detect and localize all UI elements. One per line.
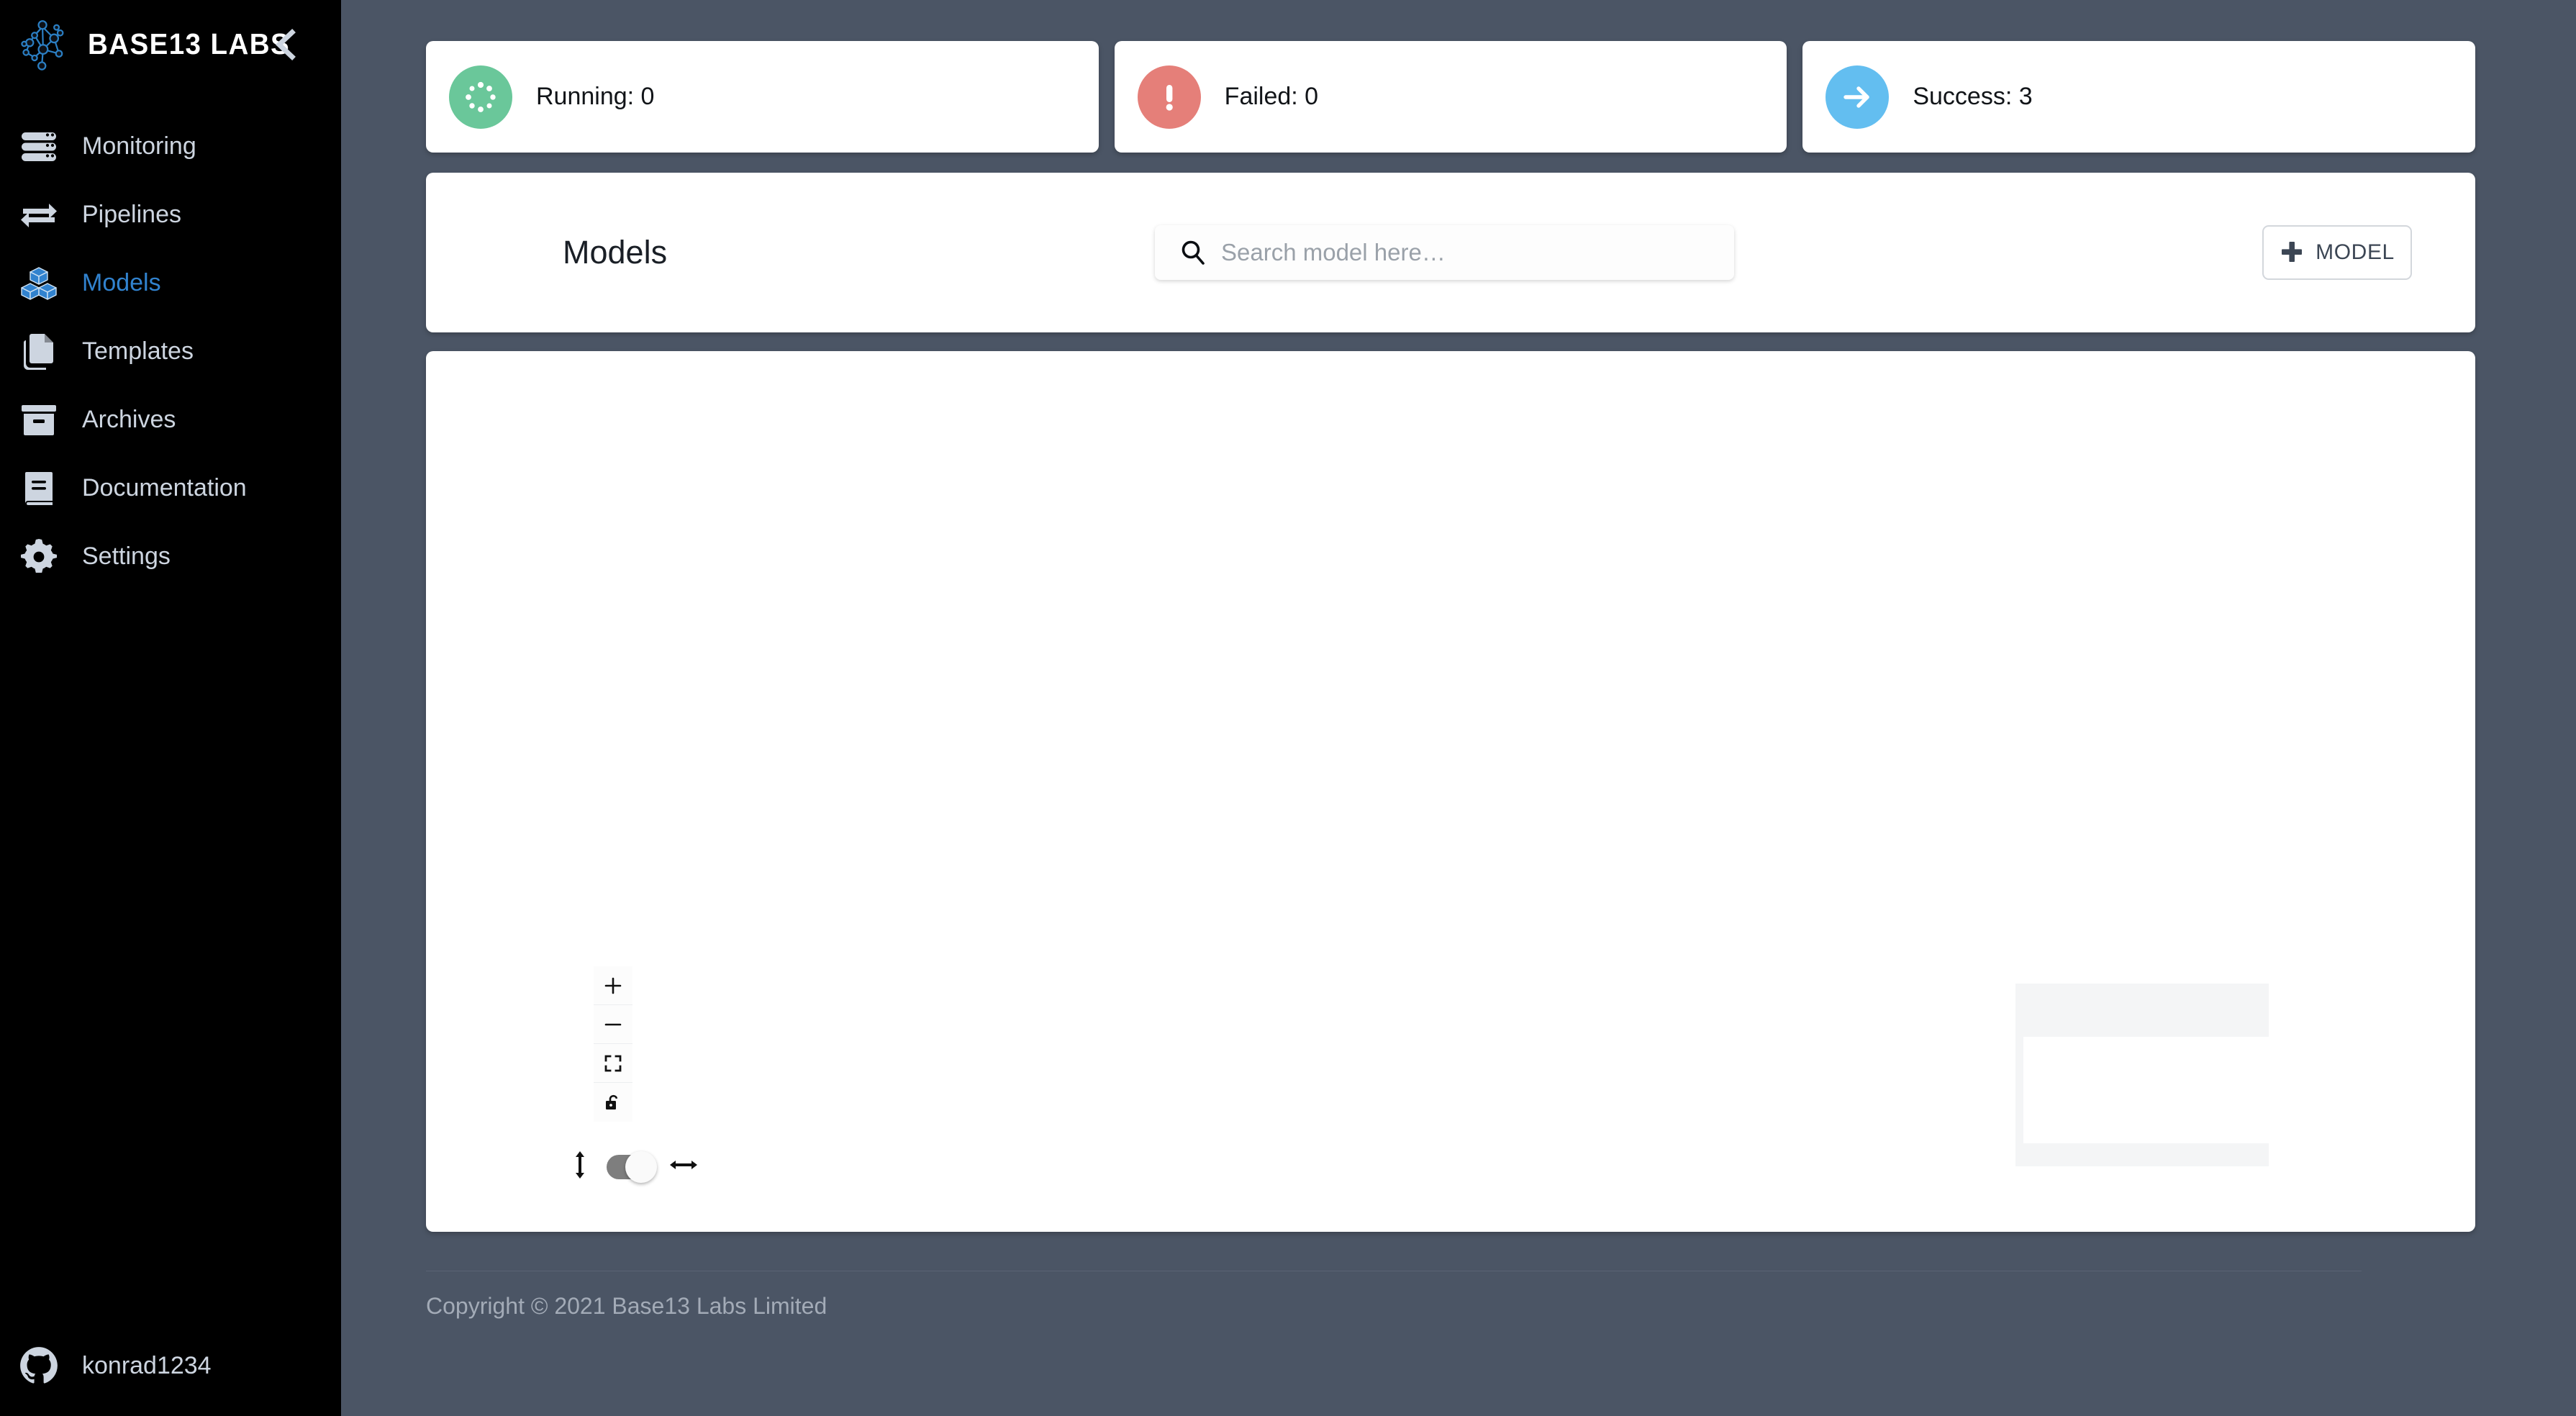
- sidebar-item-templates[interactable]: Templates: [0, 317, 341, 386]
- arrows-vertical-icon: [572, 1151, 588, 1182]
- status-label: Success: 3: [1913, 83, 2033, 110]
- models-toolbar: Models MODEL: [426, 173, 2475, 332]
- status-cards-row: Running: 0 Failed: 0 Success: 3: [426, 0, 2476, 153]
- sidebar-item-settings[interactable]: Settings: [0, 522, 341, 591]
- sidebar-item-models[interactable]: Models: [0, 249, 341, 317]
- orientation-toggle[interactable]: [607, 1150, 657, 1183]
- search-box[interactable]: [1155, 225, 1734, 280]
- arrows-horizontal-icon: [670, 1157, 697, 1176]
- sidebar-item-label: Archives: [82, 406, 176, 433]
- arrow-right-icon: [1826, 65, 1890, 129]
- user-name: konrad1234: [82, 1351, 212, 1379]
- spinner-dots-icon: [449, 65, 512, 129]
- fit-view-button[interactable]: [594, 1044, 632, 1083]
- cubes-icon: [16, 266, 62, 301]
- brand-name: BASE13 LABS: [88, 27, 291, 60]
- exchange-arrows-icon: [16, 200, 62, 230]
- page-title: Models: [563, 234, 668, 271]
- sidebar-item-label: Settings: [82, 543, 171, 570]
- canvas-zoom-controls: [594, 966, 632, 1122]
- gear-icon: [16, 538, 62, 575]
- archive-box-icon: [16, 404, 62, 436]
- sidebar-item-documentation[interactable]: Documentation: [0, 454, 341, 522]
- github-icon: [16, 1346, 62, 1385]
- plus-icon: [604, 977, 622, 994]
- unlock-icon: [606, 1094, 618, 1109]
- model-graph-canvas[interactable]: [426, 351, 2475, 1232]
- sidebar-item-monitoring[interactable]: Monitoring: [0, 112, 341, 181]
- chevron-left-icon: [275, 29, 296, 60]
- zoom-in-button[interactable]: [594, 966, 632, 1005]
- add-model-label: MODEL: [2316, 240, 2395, 264]
- sidebar-item-label: Pipelines: [82, 201, 181, 228]
- user-profile[interactable]: konrad1234: [0, 1315, 341, 1416]
- minus-icon: [604, 1023, 622, 1025]
- status-label: Failed: 0: [1224, 83, 1319, 110]
- app-root: BASE13 LABS Monitoring Pipelines Models …: [0, 0, 2576, 1416]
- main-content: Running: 0 Failed: 0 Success: 3 Models S…: [341, 0, 2576, 1416]
- status-label: Running: 0: [536, 83, 655, 110]
- plus-icon: [2280, 240, 2304, 266]
- server-rack-icon: [16, 130, 62, 163]
- status-card-failed: Failed: 0: [1114, 41, 1787, 153]
- brand-header: BASE13 LABS: [0, 0, 341, 88]
- collapse-sidebar-button[interactable]: [268, 26, 305, 63]
- sidebar-item-archives[interactable]: Archives: [0, 386, 341, 454]
- sidebar-item-pipelines[interactable]: Pipelines: [0, 181, 341, 249]
- sidebar-item-label: Models: [82, 269, 161, 296]
- exclamation-circle-icon: [1137, 65, 1201, 129]
- search-icon: [1179, 239, 1208, 266]
- copy-documents-icon: [16, 333, 62, 370]
- sidebar-item-label: Monitoring: [82, 132, 196, 160]
- search-input[interactable]: [1221, 231, 1682, 274]
- status-card-running: Running: 0: [426, 41, 1099, 153]
- minimap[interactable]: [2015, 984, 2292, 1166]
- footer: Copyright © 2021 Base13 Labs Limited: [426, 1232, 2475, 1325]
- zoom-out-button[interactable]: [594, 1005, 632, 1044]
- sidebar: BASE13 LABS Monitoring Pipelines Models …: [0, 0, 341, 1416]
- sidebar-item-label: Documentation: [82, 474, 247, 502]
- fit-screen-icon: [604, 1055, 622, 1071]
- network-graph-logo-icon: [16, 16, 78, 72]
- add-model-button[interactable]: MODEL: [2262, 225, 2412, 280]
- status-card-success: Success: 3: [1802, 41, 2476, 153]
- book-icon: [16, 471, 62, 507]
- toggle-knob: [625, 1150, 657, 1183]
- copyright-text: Copyright © 2021 Base13 Labs Limited: [426, 1293, 827, 1319]
- sidebar-item-label: Templates: [82, 337, 194, 365]
- minimap-viewport[interactable]: [2023, 1037, 2292, 1143]
- lock-toggle-button[interactable]: [594, 1083, 632, 1122]
- orientation-toggle-row: [572, 1150, 697, 1183]
- sidebar-nav: Monitoring Pipelines Models Templates Ar…: [0, 112, 341, 591]
